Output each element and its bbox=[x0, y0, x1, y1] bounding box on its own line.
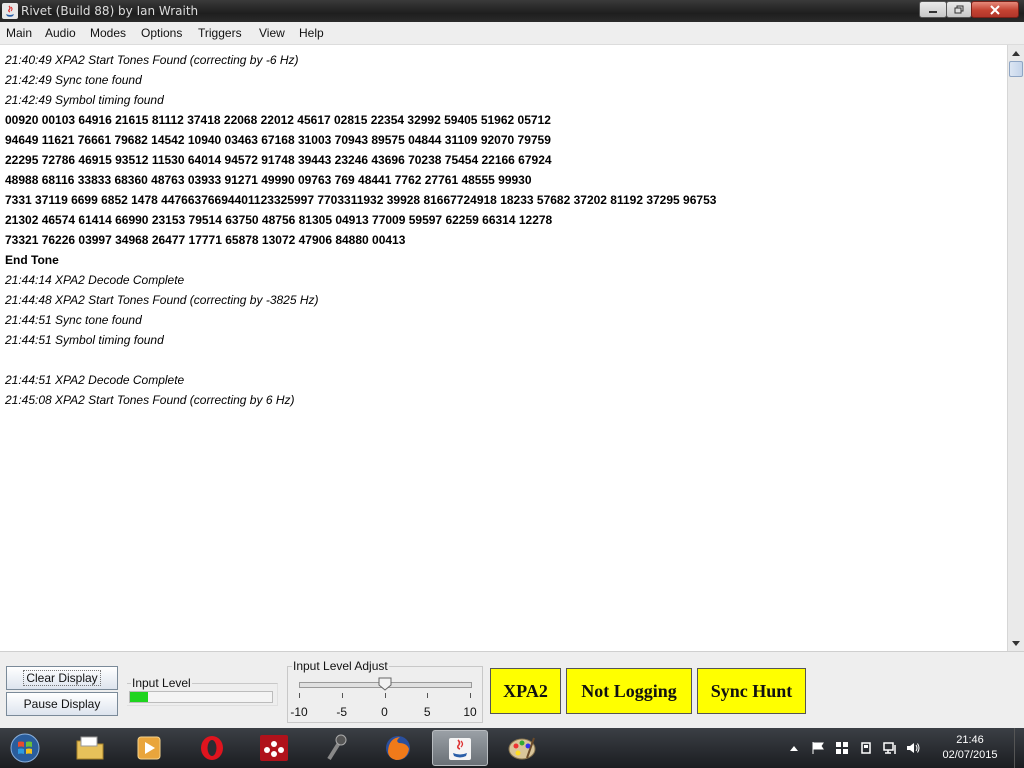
slider-tick-label: 0 bbox=[381, 705, 388, 719]
media-player-icon bbox=[137, 736, 161, 760]
log-line: 22295 72786 46915 93512 11530 64014 9457… bbox=[5, 153, 552, 167]
input-level-group: Input Level bbox=[127, 676, 278, 706]
maximize-button[interactable] bbox=[946, 1, 972, 18]
windows-taskbar: 21:46 02/07/2015 bbox=[0, 728, 1024, 768]
arrow-up-icon bbox=[1012, 50, 1020, 56]
menu-audio[interactable]: Audio bbox=[45, 26, 76, 40]
taskbar-paint[interactable] bbox=[494, 730, 550, 766]
close-button[interactable] bbox=[971, 1, 1019, 18]
log-scrollbar[interactable] bbox=[1007, 45, 1024, 651]
slider-tick-label: -5 bbox=[336, 705, 348, 719]
menu-modes[interactable]: Modes bbox=[90, 26, 126, 40]
log-line: 21:40:49 XPA2 Start Tones Found (correct… bbox=[5, 53, 299, 67]
log-line: 21:44:51 XPA2 Decode Complete bbox=[5, 373, 185, 387]
taskbar-media-player[interactable] bbox=[121, 730, 177, 766]
decode-log[interactable]: 21:40:49 XPA2 Start Tones Found (correct… bbox=[0, 45, 1007, 651]
menu-triggers[interactable]: Triggers bbox=[198, 26, 242, 40]
slider-thumb[interactable] bbox=[378, 677, 392, 691]
input-level-fill bbox=[130, 692, 149, 702]
opera-icon bbox=[201, 736, 223, 760]
pause-display-label: Pause Display bbox=[23, 697, 101, 711]
logging-indicator: Not Logging bbox=[566, 668, 692, 714]
close-icon bbox=[990, 4, 1000, 15]
menu-options[interactable]: Options bbox=[141, 26, 182, 40]
minimize-button[interactable] bbox=[919, 1, 947, 18]
network-icon[interactable] bbox=[883, 741, 897, 755]
slider-tick bbox=[299, 693, 300, 698]
pause-display-button[interactable]: Pause Display bbox=[6, 692, 118, 716]
action-center-flag-icon[interactable] bbox=[811, 741, 825, 755]
log-line: 21:42:49 Symbol timing found bbox=[5, 93, 164, 107]
taskbar-file-explorer[interactable] bbox=[62, 730, 118, 766]
clock-date: 02/07/2015 bbox=[942, 749, 998, 761]
restore-icon bbox=[954, 5, 964, 14]
arrow-down-icon bbox=[1012, 640, 1020, 646]
input-level-adjust-label: Input Level Adjust bbox=[292, 659, 389, 673]
log-line: 21302 46574 61414 66990 23153 79514 6375… bbox=[5, 213, 553, 227]
log-line: 21:44:51 Sync tone found bbox=[5, 313, 142, 327]
paint-palette-icon bbox=[508, 737, 536, 760]
control-panel: Clear Display Pause Display Input Level … bbox=[0, 651, 1024, 728]
usb-device-icon[interactable] bbox=[859, 741, 873, 755]
slider-tick bbox=[470, 693, 471, 698]
taskbar-java[interactable] bbox=[432, 730, 488, 766]
menu-bar: Main Audio Modes Options Triggers View H… bbox=[0, 22, 1024, 45]
sync-indicator: Sync Hunt bbox=[697, 668, 806, 714]
scroll-down-button[interactable] bbox=[1008, 635, 1024, 651]
log-line: 21:44:14 XPA2 Decode Complete bbox=[5, 273, 185, 287]
microphone-icon bbox=[327, 734, 347, 761]
log-line: 21:42:49 Sync tone found bbox=[5, 73, 142, 87]
slider-tick bbox=[427, 693, 429, 698]
log-line: End Tone bbox=[5, 253, 59, 267]
taskbar-microphone[interactable] bbox=[307, 730, 363, 766]
input-level-meter bbox=[129, 691, 273, 703]
log-line: 21:44:51 Symbol timing found bbox=[5, 333, 164, 347]
taskbar-firefox[interactable] bbox=[370, 730, 426, 766]
menu-view[interactable]: View bbox=[259, 26, 285, 40]
windows-start-icon bbox=[10, 733, 40, 763]
clock-time: 21:46 bbox=[956, 734, 984, 746]
show-desktop-button[interactable] bbox=[1014, 728, 1024, 768]
slider-tick-label: 10 bbox=[463, 705, 477, 719]
taskbar-opera[interactable] bbox=[184, 730, 240, 766]
scroll-up-button[interactable] bbox=[1008, 45, 1024, 61]
start-button[interactable] bbox=[0, 730, 50, 766]
java-app-icon[interactable] bbox=[2, 3, 18, 19]
log-line: 73321 76226 03997 34968 26477 17771 6587… bbox=[5, 233, 406, 247]
log-line: 7331 37119 6699 6852 1478 44766376694401… bbox=[5, 193, 717, 207]
folder-icon bbox=[76, 736, 104, 760]
scroll-thumb[interactable] bbox=[1009, 61, 1023, 77]
log-line: 21:44:48 XPA2 Start Tones Found (correct… bbox=[5, 293, 319, 307]
log-line: 00920 00103 64916 21615 81112 37418 2206… bbox=[5, 113, 551, 127]
input-level-adjust-group: Input Level Adjust -10 -5 0 5 10 bbox=[287, 659, 483, 723]
input-level-label: Input Level bbox=[131, 676, 192, 690]
slider-tick-label: 5 bbox=[423, 705, 431, 719]
log-line: 21:45:08 XPA2 Start Tones Found (correct… bbox=[5, 393, 295, 407]
windows-tray-icon[interactable] bbox=[835, 741, 849, 755]
title-bar[interactable]: Rivet (Build 88) by Ian Wraith bbox=[0, 0, 1024, 22]
slider-tick bbox=[341, 693, 343, 698]
mode-indicator: XPA2 bbox=[490, 668, 561, 714]
slider-tick bbox=[384, 693, 386, 698]
java-icon bbox=[449, 738, 471, 760]
system-clock[interactable]: 21:46 02/07/2015 bbox=[935, 733, 1005, 763]
menu-help[interactable]: Help bbox=[299, 26, 324, 40]
slider-tick-label: -10 bbox=[290, 705, 308, 719]
taskbar-mendeley[interactable] bbox=[246, 730, 302, 766]
tray-expand-icon[interactable] bbox=[787, 741, 801, 755]
minimize-icon bbox=[929, 10, 937, 13]
firefox-icon bbox=[386, 736, 410, 760]
log-line: 94649 11621 76661 79682 14542 10940 0346… bbox=[5, 133, 551, 147]
clear-display-button[interactable]: Clear Display bbox=[6, 666, 118, 690]
log-line: 48988 68116 33833 68360 48763 03933 9127… bbox=[5, 173, 532, 187]
menu-main[interactable]: Main bbox=[6, 26, 32, 40]
volume-icon[interactable] bbox=[906, 741, 920, 755]
mendeley-icon bbox=[260, 735, 288, 761]
clear-display-label: Clear Display bbox=[23, 670, 101, 686]
window-title: Rivet (Build 88) by Ian Wraith bbox=[21, 4, 199, 18]
